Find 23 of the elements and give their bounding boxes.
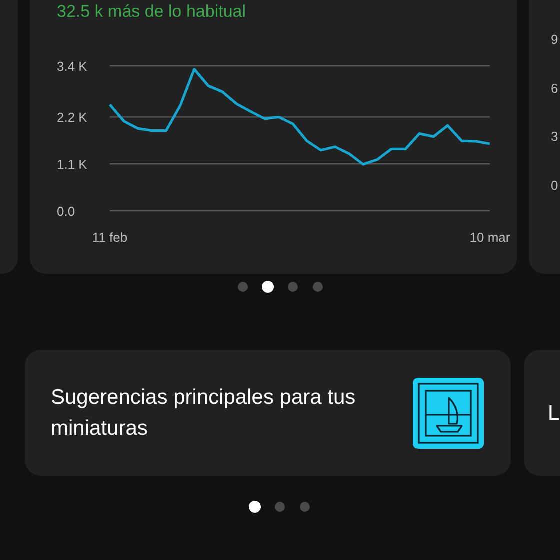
page-dot[interactable]	[288, 282, 298, 292]
page-dot[interactable]	[275, 502, 285, 512]
axis-label: 9	[551, 32, 560, 49]
axis-label: 3	[551, 129, 560, 146]
axis-label: 0.0	[57, 204, 76, 219]
page-dot[interactable]	[249, 501, 261, 513]
page-dot[interactable]	[238, 282, 248, 292]
axis-label: 11 feb	[92, 230, 128, 245]
framed-sailboat-icon	[412, 376, 485, 450]
page-dot[interactable]	[262, 281, 274, 293]
axis-label: 2.2 K	[57, 110, 88, 126]
page-dot[interactable]	[300, 502, 310, 512]
axis-label: 6	[551, 80, 560, 98]
tip-card[interactable]: L	[524, 350, 560, 476]
tip-card[interactable]: Sugerencias principales para tus miniaturas	[25, 350, 511, 476]
axis-label: 1.1 K	[57, 157, 88, 172]
change-text: 32.5 k más de lo habitual	[57, 1, 248, 23]
axis-label: 0	[551, 178, 560, 194]
axis-label: 10 mar	[470, 230, 510, 245]
page-dot[interactable]	[312, 282, 322, 292]
axis-label: 3.4 K	[57, 59, 88, 74]
tip-title: L	[548, 400, 560, 426]
tip-title: Sugerencias principales para tus miniaturas	[51, 385, 357, 442]
